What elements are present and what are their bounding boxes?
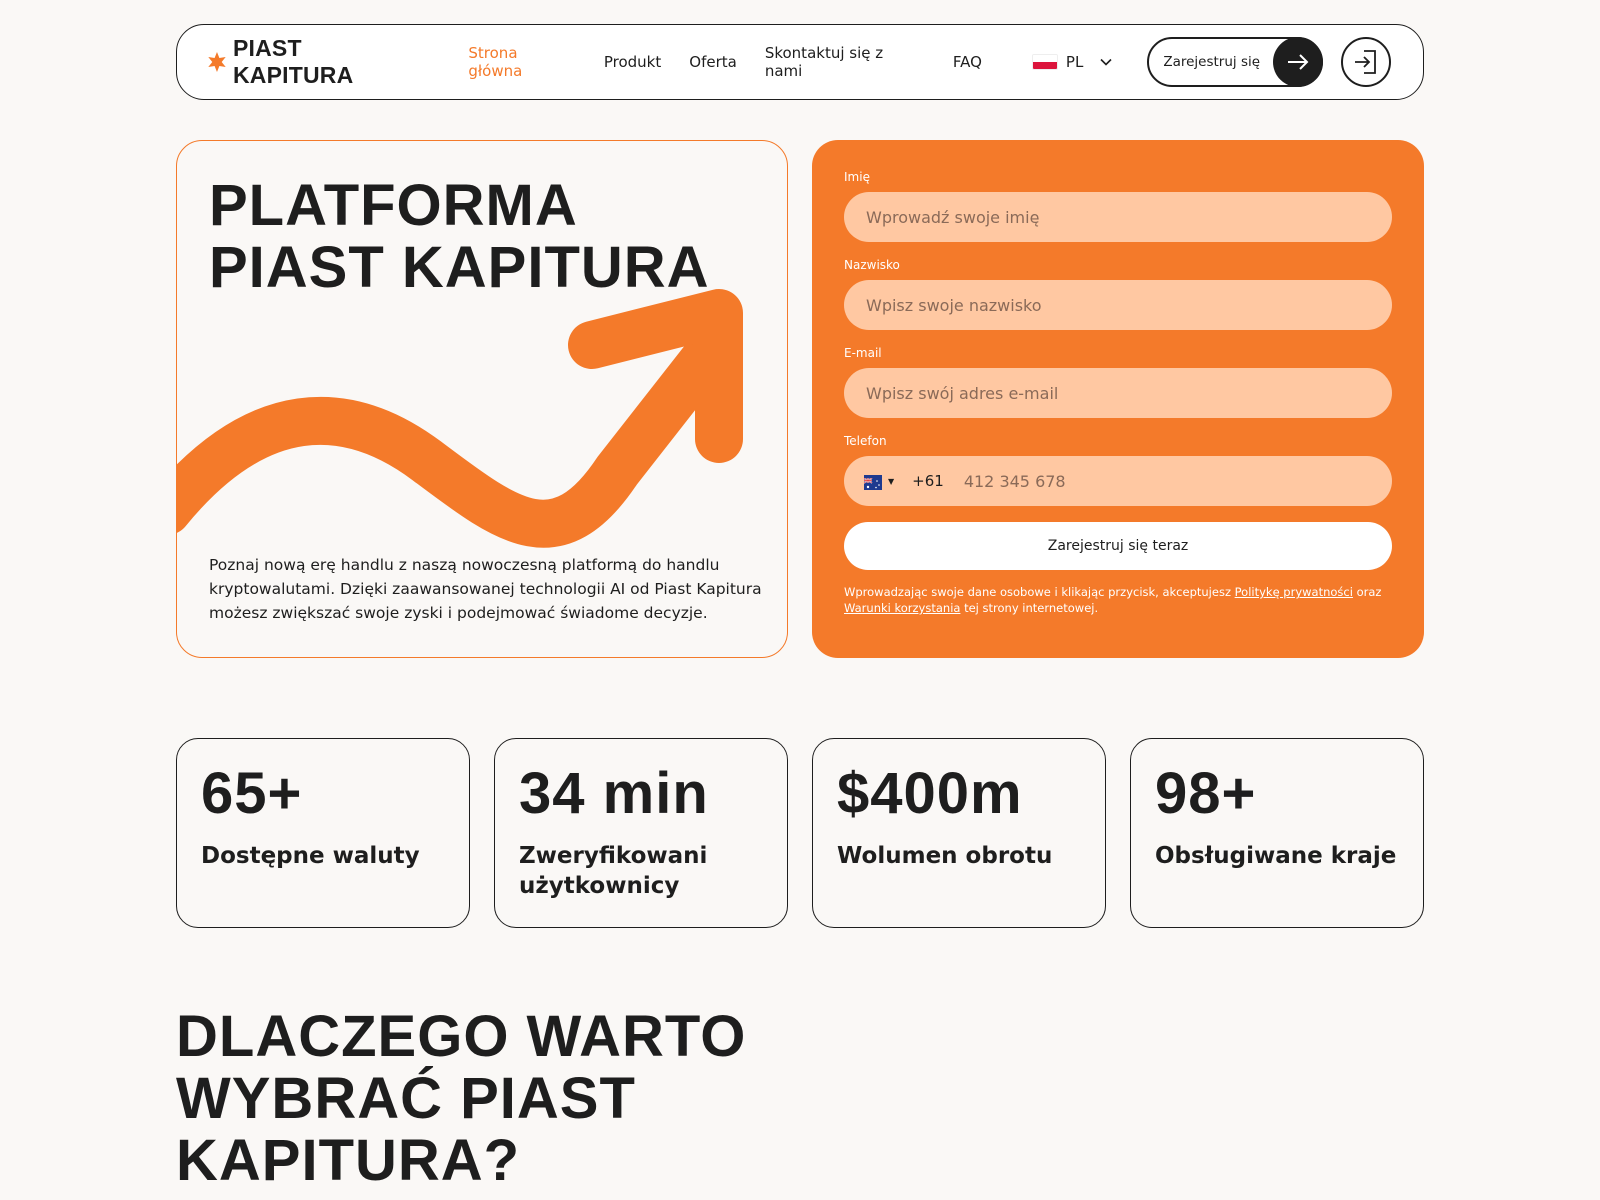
chevron-down-icon: [1100, 58, 1112, 66]
nav-item-home[interactable]: Strona główna: [468, 44, 575, 80]
stat-value: 34 min: [519, 761, 709, 826]
stat-card-countries: 98+ Obsługiwane kraje: [1130, 738, 1424, 928]
email-input[interactable]: [844, 368, 1392, 418]
register-button-label: Zarejestruj się: [1163, 54, 1261, 70]
logo-star-icon: [208, 52, 226, 72]
last-name-label: Nazwisko: [844, 258, 900, 272]
arrow-right-icon: [1273, 37, 1324, 87]
stat-card-volume: $400m Wolumen obrotu: [812, 738, 1106, 928]
stat-label: Obsługiwane kraje: [1155, 843, 1397, 869]
last-name-input[interactable]: [844, 280, 1392, 330]
email-label: E-mail: [844, 346, 882, 360]
stat-label: Wolumen obrotu: [837, 843, 1053, 869]
first-name-label: Imię: [844, 170, 870, 184]
register-button[interactable]: Zarejestruj się: [1147, 37, 1324, 87]
hero-title: PLATFORMA PIAST KAPITURA: [209, 173, 710, 300]
why-section-title: DLACZEGO WARTO WYBRAĆ PIAST KAPITURA?: [176, 1004, 747, 1193]
phone-field[interactable]: ▼ +61 412 345 678: [844, 456, 1392, 506]
consent-text: Wprowadzając swoje dane osobowe i klikaj…: [844, 584, 1392, 616]
dial-code: +61: [912, 472, 944, 490]
logo[interactable]: PIAST KAPITURA: [207, 35, 428, 89]
stats-row: 65+ Dostępne waluty 34 min Zweryfikowani…: [176, 738, 1424, 928]
login-button[interactable]: [1341, 37, 1391, 87]
consent-text-before: Wprowadzając swoje dane osobowe i klikaj…: [844, 585, 1235, 599]
site-header: PIAST KAPITURA Strona główna Produkt Ofe…: [176, 24, 1424, 100]
caret-down-icon[interactable]: ▼: [888, 477, 894, 486]
stat-label: Zweryfikowani użytkownicy: [519, 843, 708, 899]
stat-card-currencies: 65+ Dostępne waluty: [176, 738, 470, 928]
stat-value: 65+: [201, 761, 303, 826]
nav-item-faq[interactable]: FAQ: [953, 53, 982, 71]
stat-value: 98+: [1155, 761, 1257, 826]
stat-card-users: 34 min Zweryfikowani użytkownicy: [494, 738, 788, 928]
stat-label: Dostępne waluty: [201, 843, 420, 869]
terms-link[interactable]: Warunki korzystania: [844, 601, 960, 615]
language-code: PL: [1065, 53, 1084, 71]
stat-value: $400m: [837, 761, 1023, 826]
consent-text-middle: oraz: [1352, 585, 1382, 599]
language-selector[interactable]: PL: [1031, 53, 1113, 71]
logo-text: PIAST KAPITURA: [232, 35, 354, 88]
first-name-input[interactable]: [844, 192, 1392, 242]
registration-form: Imię Nazwisko E-mail Telefon ▼ +61 412 3…: [812, 140, 1424, 658]
hero-description: Poznaj nową erę handlu z naszą nowoczesn…: [209, 556, 762, 622]
login-icon: [1355, 50, 1376, 74]
hero-card: PLATFORMA PIAST KAPITURA Poznaj nową erę…: [176, 140, 788, 658]
nav-item-product[interactable]: Produkt: [604, 53, 661, 71]
submit-register-button[interactable]: Zarejestruj się teraz: [844, 522, 1392, 570]
poland-flag-icon: [1031, 54, 1058, 70]
phone-input[interactable]: 412 345 678: [964, 472, 1066, 491]
nav-item-offer[interactable]: Oferta: [689, 53, 737, 71]
main-nav: Strona główna Produkt Oferta Skontaktuj …: [468, 44, 982, 80]
australia-flag-icon[interactable]: [863, 475, 882, 490]
consent-text-after: tej strony internetowej.: [960, 601, 1099, 615]
nav-item-contact[interactable]: Skontaktuj się z nami: [765, 44, 925, 80]
phone-label: Telefon: [844, 434, 887, 448]
privacy-policy-link[interactable]: Politykę prywatności: [1235, 585, 1353, 599]
